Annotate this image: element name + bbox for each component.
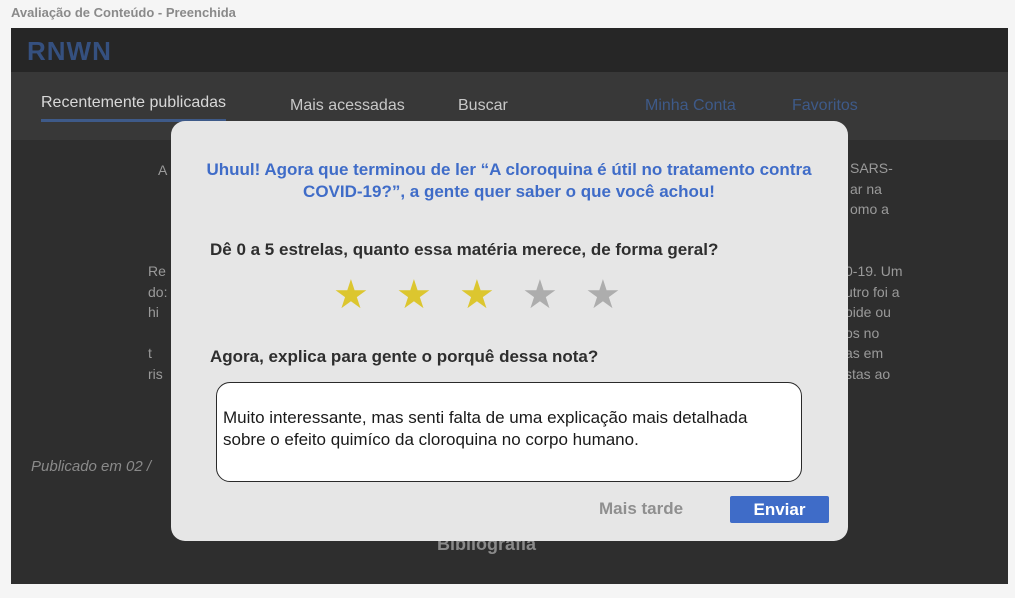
background-text: SARS- ar na omo a xyxy=(850,160,893,217)
later-button[interactable]: Mais tarde xyxy=(599,499,683,519)
star-icon[interactable]: ★ xyxy=(333,272,369,318)
modal-title: Uhuul! Agora que terminou de ler “A clor… xyxy=(206,160,812,201)
logo: RNWN xyxy=(27,36,112,66)
star-icon[interactable]: ★ xyxy=(459,272,495,318)
rating-modal: Uhuul! Agora que terminou de ler “A clor… xyxy=(171,121,848,541)
frame-label: Avaliação de Conteúdo - Preenchida xyxy=(11,5,236,20)
reason-textarea[interactable]: Muito interessante, mas senti falta de u… xyxy=(216,382,802,482)
reason-question: Agora, explica para gente o porquê dessa… xyxy=(210,347,599,366)
send-button[interactable]: Enviar xyxy=(730,496,829,523)
star-icon[interactable]: ★ xyxy=(396,272,432,318)
rating-question: Dê 0 a 5 estrelas, quanto essa matéria m… xyxy=(210,240,719,259)
star-icon[interactable]: ★ xyxy=(585,272,621,318)
star-icon[interactable]: ★ xyxy=(522,272,558,318)
tab-recent[interactable]: Recentemente publicadas xyxy=(41,94,227,122)
nav-my-account[interactable]: Minha Conta xyxy=(645,97,736,122)
published-date: Publicado em 02 / xyxy=(31,458,152,475)
nav-favorites[interactable]: Favoritos xyxy=(792,97,858,122)
background-text: Re do: hi t ris xyxy=(148,263,168,382)
background-text: A xyxy=(158,162,168,178)
background-text: 0-19. Um utro foi a oide ou os no as em … xyxy=(845,263,903,382)
top-bar: RNWN xyxy=(11,28,1008,72)
